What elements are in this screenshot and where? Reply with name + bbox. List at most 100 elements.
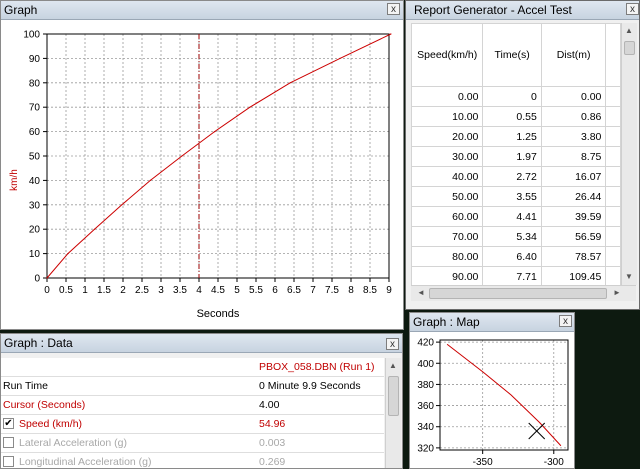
longitudinal-checkbox[interactable] [3,456,14,467]
cursor-value: 4.00 [259,399,280,411]
data-scroll-up-icon[interactable]: ▲ [386,360,400,372]
chart-data-point [213,131,216,133]
chart-data-point [67,253,69,255]
chart-y-tick-label: 30 [29,200,41,211]
chart-x-tick-label: 1.5 [97,285,111,296]
data-vertical-scrollbar[interactable]: ▲ [385,358,401,468]
report-cell-speed: 10.00 [411,106,484,127]
map-y-tick-label: 400 [417,359,434,370]
report-cell-time: 1.97 [482,146,542,167]
chart-x-tick-label: 3 [158,285,164,296]
data-window-titlebar[interactable]: Graph : Data [1,334,402,353]
speed-checkbox[interactable]: ✔ [3,418,14,429]
report-cell-speed: 0.00 [411,86,484,107]
report-cell-time: 3.55 [482,186,542,207]
chart-x-tick-label: 1 [82,285,88,296]
map-y-tick-label: 420 [417,338,434,349]
chart-y-tick-label: 70 [29,103,41,114]
longitudinal-label: Longitudinal Acceleration (g) [19,456,152,468]
report-row[interactable]: 60.00 4.41 39.59 [411,206,621,227]
chart-x-tick-label: 8.5 [363,285,377,296]
report-horizontal-scrollbar[interactable]: ◄ ► [411,285,636,301]
report-cell-filler [605,186,621,207]
map-y-tick-label: 360 [417,401,434,412]
report-row[interactable]: 40.00 2.72 16.07 [411,166,621,187]
chart-data-point [289,82,291,84]
report-cell-time: 5.34 [482,226,542,247]
report-cell-dist: 39.59 [540,206,607,227]
data-file-row: PBOX_058.DBN (Run 1) [1,358,384,377]
chart-data-point [249,106,251,108]
data-grid: PBOX_058.DBN (Run 1) Run Time 0 Minute 9… [1,358,384,468]
report-cell-dist: 3.80 [540,126,607,147]
map-y-tick-label: 380 [417,380,434,391]
scroll-left-icon[interactable]: ◄ [414,287,428,299]
report-row[interactable]: 50.00 3.55 26.44 [411,186,621,207]
report-cell-time: 0.55 [482,106,542,127]
run-time-value: 0 Minute 9.9 Seconds [259,380,361,392]
chart-x-axis-label: Seconds [197,308,240,320]
map-x-tick-label: -300 [544,457,564,468]
scroll-up-icon[interactable]: ▲ [622,25,636,37]
map-close-button[interactable]: x [559,315,572,327]
scroll-down-icon[interactable]: ▼ [622,271,636,283]
report-row[interactable]: 70.00 5.34 56.59 [411,226,621,247]
report-row[interactable]: 80.00 6.40 78.57 [411,246,621,267]
graph-close-button[interactable]: x [387,3,400,15]
chart-y-axis-label: km/h [9,169,20,191]
report-cell-filler [605,106,621,127]
data-vscroll-thumb[interactable] [388,376,399,416]
report-cell-filler [605,146,621,167]
report-cell-filler [605,206,621,227]
report-row[interactable]: 30.00 1.97 8.75 [411,146,621,167]
chart-data-point [390,33,392,35]
report-row[interactable]: 10.00 0.55 0.86 [411,106,621,127]
report-cell-time: 4.41 [482,206,542,227]
scroll-right-icon[interactable]: ► [610,287,624,299]
report-cell-dist: 78.57 [540,246,607,267]
report-vscroll-thumb[interactable] [624,41,635,55]
report-col-speed[interactable]: Speed(km/h) [411,23,484,87]
report-cell-time: 1.25 [482,126,542,147]
report-row[interactable]: 90.00 7.71 109.45 [411,266,621,285]
chart-y-tick-label: 80 [29,78,41,89]
chart-y-tick-label: 0 [34,274,40,285]
report-cell-speed: 70.00 [411,226,484,247]
report-row[interactable]: 0.00 0 0.00 [411,86,621,107]
chart-x-tick-label: 4 [196,285,202,296]
chart-x-tick-label: 7 [310,285,316,296]
report-col-dist[interactable]: Dist(m) [540,23,607,87]
data-window: Graph : Data x PBOX_058.DBN (Run 1) Run … [0,333,403,469]
graph-window-titlebar[interactable]: Graph [1,1,403,20]
report-cell-time: 6.40 [482,246,542,267]
chart-y-tick-label: 40 [29,176,41,187]
chart-data-point [181,155,183,157]
report-col-time[interactable]: Time(s) [482,23,542,87]
report-row[interactable]: 20.00 1.25 3.80 [411,126,621,147]
map-chart[interactable]: -350 -300 320 340 360 380 400 420 [410,332,574,469]
report-cell-filler [605,126,621,147]
map-window-titlebar[interactable]: Graph : Map [410,313,574,332]
data-close-button[interactable]: x [386,338,399,350]
report-cell-filler [605,166,621,187]
report-cell-time: 2.72 [482,166,542,187]
report-hscroll-thumb[interactable] [429,288,607,299]
report-cell-speed: 80.00 [411,246,484,267]
chart-x-tick-label: 6 [272,285,278,296]
chart-x-tick-label: 3.5 [173,285,187,296]
data-row-lateral: Lateral Acceleration (g) 0.003 [1,434,384,453]
chart-data-point [121,204,123,206]
cursor-label: Cursor (Seconds) [3,399,86,411]
chart-data-point [149,179,151,181]
graph-window-title: Graph [4,3,38,17]
lateral-checkbox[interactable] [3,437,14,448]
speed-chart[interactable]: 0 0.5 1 1.5 2 2.5 3 3.5 4 4.5 5 5.5 6 6.5 7 7.5 8 8.5 9010… [1,20,403,329]
report-cell-filler [605,86,621,107]
data-file-header: PBOX_058.DBN (Run 1) [259,361,375,373]
map-background [410,332,574,468]
report-window-titlebar[interactable]: Report Generator - Accel Test [406,1,639,20]
report-cell-dist: 109.45 [540,266,607,285]
report-vertical-scrollbar[interactable]: ▲ ▼ [621,23,637,285]
report-close-button[interactable]: x [626,3,639,15]
chart-x-tick-label: 0 [44,285,50,296]
